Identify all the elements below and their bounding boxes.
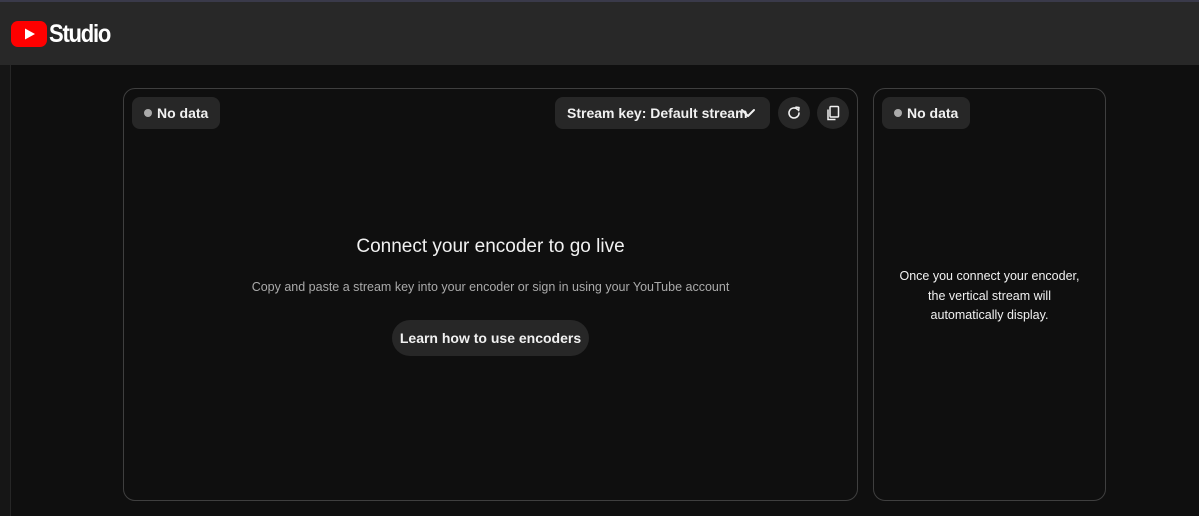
message-line: the vertical stream will xyxy=(928,288,1051,303)
status-badge: No data xyxy=(132,97,221,129)
stream-preview-panel: No data Stream key: Default stream Conne… xyxy=(123,88,858,501)
status-dot-icon xyxy=(144,109,152,117)
stream-key-label: Stream key: Default stream xyxy=(567,105,748,121)
app-header: Studio xyxy=(0,2,1199,65)
status-dot-icon xyxy=(894,109,902,117)
message-line: Once you connect your encoder, xyxy=(899,269,1080,283)
copy-icon xyxy=(827,105,840,121)
left-sidebar-rail xyxy=(0,65,11,516)
studio-logo[interactable]: Studio xyxy=(11,19,118,49)
status-label: No data xyxy=(907,105,959,121)
app-title: Studio xyxy=(49,19,111,48)
chevron-down-icon xyxy=(741,109,755,117)
refresh-icon xyxy=(788,106,800,119)
connect-encoder-description: Copy and paste a stream key into your en… xyxy=(251,280,730,294)
connect-encoder-heading: Connect your encoder to go live xyxy=(356,236,625,257)
message-line: automatically display. xyxy=(930,308,1049,322)
copy-stream-key-button[interactable] xyxy=(817,97,849,129)
youtube-play-icon xyxy=(11,20,47,47)
status-badge: No data xyxy=(882,97,971,129)
refresh-stream-key-button[interactable] xyxy=(778,97,810,129)
learn-encoders-button[interactable]: Learn how to use encoders xyxy=(392,320,589,356)
status-label: No data xyxy=(157,105,209,121)
vertical-stream-message: Once you connect your encoder, the verti… xyxy=(874,267,1105,326)
vertical-stream-panel: No data Once you connect your encoder, t… xyxy=(873,88,1106,501)
stream-key-dropdown[interactable]: Stream key: Default stream xyxy=(555,97,770,129)
